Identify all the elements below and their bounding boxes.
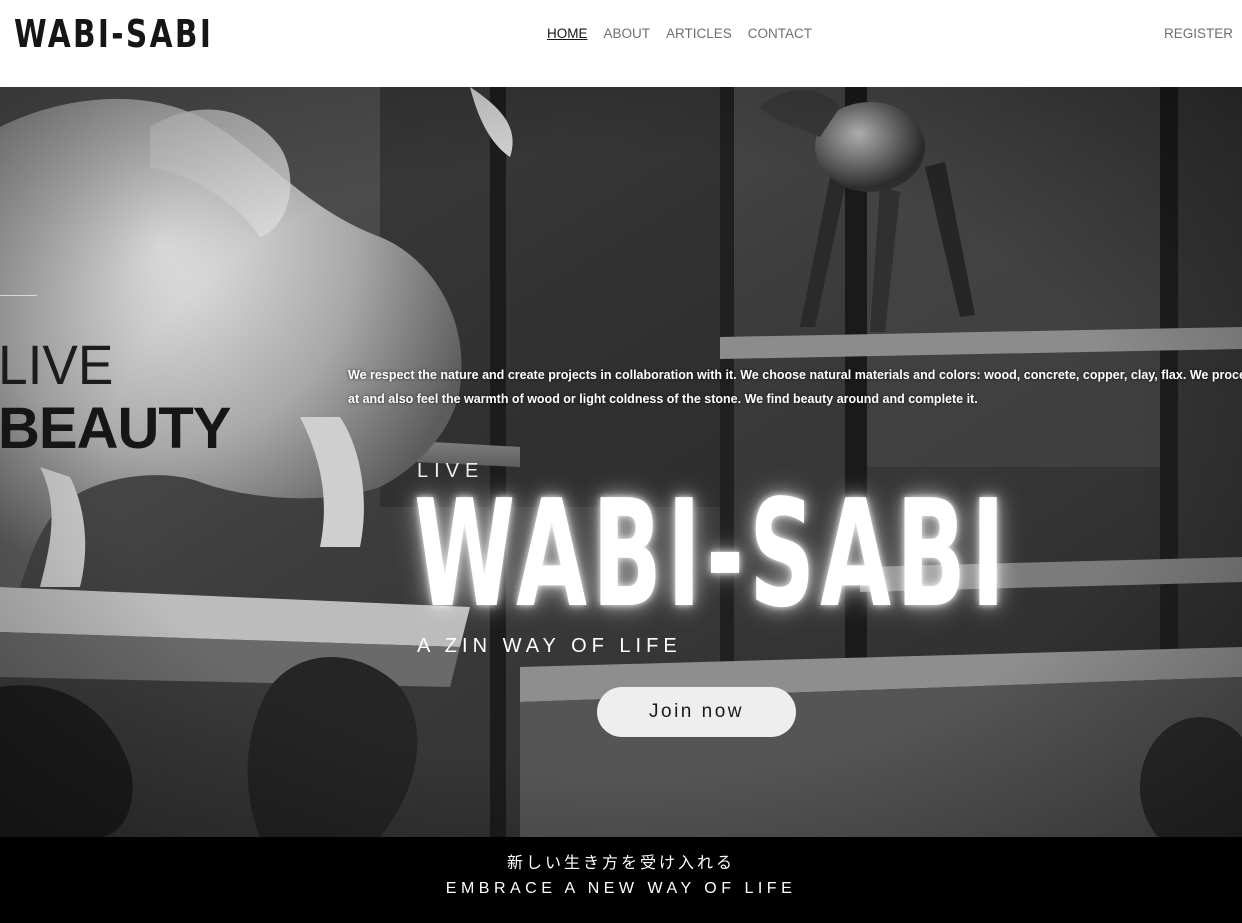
nav-about-link[interactable]: ABOUT (604, 26, 651, 42)
nav-contact-link[interactable]: CONTACT (748, 26, 812, 42)
main-nav: HOME ABOUT ARTICLES CONTACT (547, 26, 812, 42)
side-divider-line (0, 295, 37, 296)
join-now-button[interactable]: Join now (597, 687, 796, 737)
nav-articles-link[interactable]: ARTICLES (666, 26, 732, 42)
hero-blurb-text: We respect the nature and create project… (348, 368, 1242, 406)
nav-home-link[interactable]: HOME (547, 26, 588, 42)
register-link[interactable]: REGISTER (1164, 26, 1233, 42)
slogan-band: 新しい生き方を受け入れる EMBRACE A NEW WAY OF LIFE (0, 837, 1242, 923)
slogan-japanese: 新しい生き方を受け入れる (506, 853, 735, 872)
slogan-english: EMBRACE A NEW WAY OF LIFE (445, 880, 797, 897)
side-heading-live: LIVE (0, 333, 114, 396)
hero-title: WABI-SABI (414, 468, 1011, 640)
hero-section: LIVE BEAUTY We respect the nature and cr… (0, 87, 1242, 837)
side-heading-beauty: BEAUTY (0, 396, 231, 461)
site-logo[interactable]: WABI-SABI (14, 8, 213, 60)
hero-tagline: A ZIN WAY OF LIFE (417, 635, 682, 657)
site-header: WABI-SABI HOME ABOUT ARTICLES CONTACT RE… (0, 0, 1242, 87)
